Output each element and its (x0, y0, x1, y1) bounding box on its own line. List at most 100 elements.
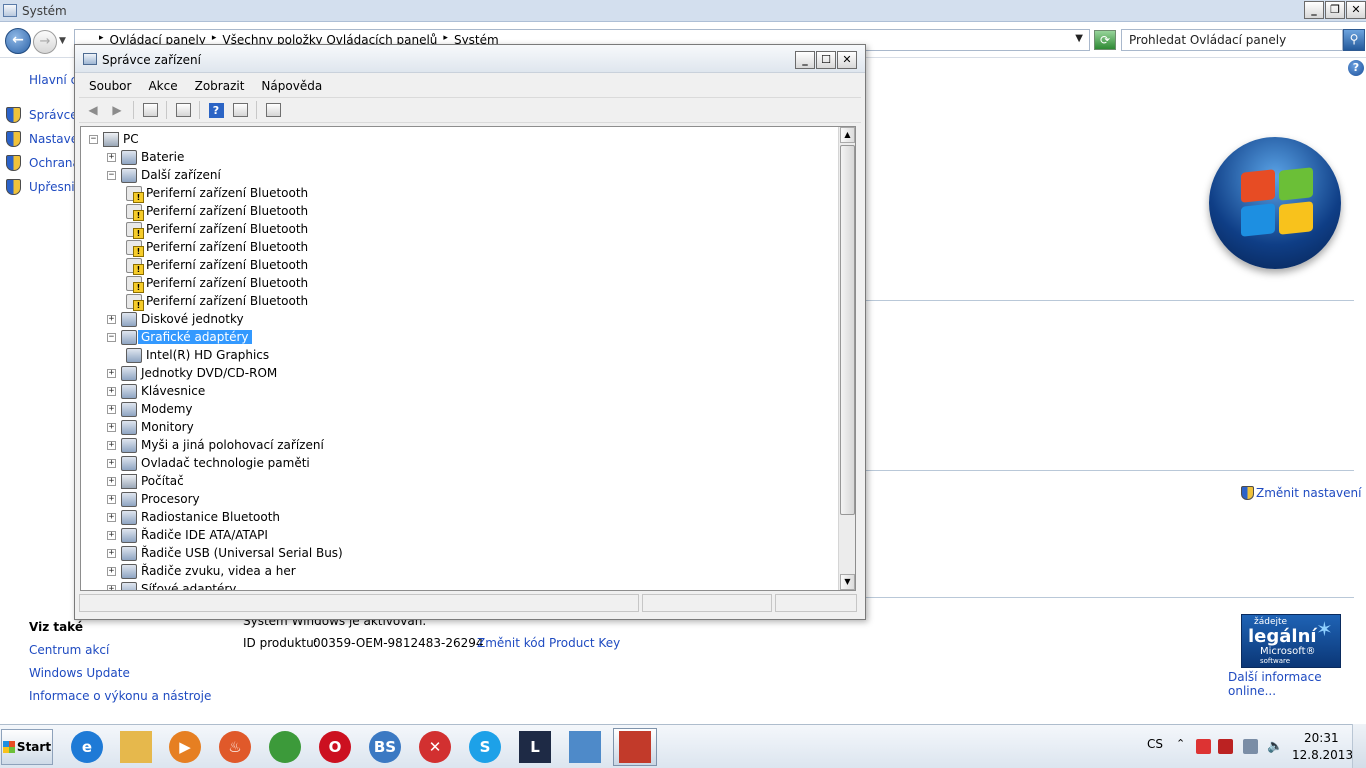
tree-node[interactable]: + Ovladač technologie paměti (107, 454, 310, 472)
tree-child-item[interactable]: Periferní zařízení Bluetooth (126, 184, 308, 203)
scroll-down-icon[interactable]: ▼ (840, 574, 855, 590)
tree-node[interactable]: + Řadiče IDE ATA/ATAPI (107, 526, 268, 544)
expand-icon[interactable]: + (107, 494, 116, 504)
start-button[interactable]: Start (1, 729, 53, 765)
expand-icon[interactable]: + (107, 386, 116, 396)
left-link-system-protection[interactable]: Ochrana (29, 156, 80, 170)
language-indicator[interactable]: CS (1147, 737, 1163, 751)
taskbar-button[interactable] (263, 728, 307, 766)
maximize-button[interactable]: ☐ (816, 51, 836, 69)
taskbar-button[interactable]: ♨ (213, 728, 257, 766)
forward-button[interactable]: → (33, 30, 57, 54)
expand-icon[interactable]: + (107, 368, 116, 378)
tree-node[interactable]: + Modemy (107, 400, 193, 418)
menu-help[interactable]: Nápověda (251, 75, 329, 97)
device-tree[interactable]: − PC + Baterie − Další zařízení Periferní zaří… (80, 126, 856, 591)
scrollbar-thumb[interactable] (840, 145, 855, 515)
left-link-device-manager[interactable]: Správce (29, 108, 78, 122)
tree-node[interactable]: + Klávesnice (107, 382, 205, 400)
tree-node[interactable]: + Myši a jiná polohovací zařízení (107, 436, 324, 454)
expand-icon[interactable]: + (107, 458, 116, 468)
taskbar-button[interactable]: ▶ (163, 728, 207, 766)
expand-icon[interactable]: + (107, 440, 116, 450)
tree-node[interactable]: + Počítač (107, 472, 184, 490)
expand-icon[interactable]: + (107, 422, 116, 432)
restore-button[interactable]: ❐ (1325, 1, 1345, 19)
tree-node[interactable]: − PC (89, 130, 139, 148)
help-icon[interactable]: ? (206, 100, 226, 120)
tree-node[interactable]: + Diskové jednotky (107, 310, 244, 328)
left-link-home[interactable]: Hlavní c (29, 73, 77, 87)
change-product-key-link[interactable]: Změnit kód Product Key (477, 636, 620, 650)
forward-arrow-icon[interactable]: ▶ (107, 100, 127, 120)
show-hidden-icons-icon[interactable]: ⌃ (1176, 737, 1185, 750)
scan-hardware-changes-icon[interactable] (263, 100, 283, 120)
tree-child-item[interactable]: Periferní zařízení Bluetooth (126, 274, 308, 293)
tree-child-item[interactable]: Periferní zařízení Bluetooth (126, 256, 308, 275)
taskbar-button[interactable]: e (65, 728, 109, 766)
clock-date[interactable]: 12.8.2013 (1292, 748, 1353, 762)
taskbar-button[interactable] (114, 728, 158, 766)
windows-update-link[interactable]: Windows Update (29, 666, 130, 680)
taskbar-button[interactable]: O (313, 728, 357, 766)
change-settings-link[interactable]: Změnit nastavení (1241, 486, 1361, 500)
tree-node[interactable]: + Baterie (107, 148, 184, 166)
tree-node[interactable]: + Radiostanice Bluetooth (107, 508, 280, 526)
network-icon[interactable] (1243, 739, 1258, 754)
expand-icon[interactable]: + (107, 530, 116, 540)
security-alert-icon[interactable] (1196, 739, 1211, 754)
left-link-remote-settings[interactable]: Nastave (29, 132, 78, 146)
scroll-up-icon[interactable]: ▲ (840, 127, 855, 143)
action-center-link[interactable]: Centrum akcí (29, 643, 109, 657)
back-button[interactable]: ← (5, 28, 31, 54)
search-icon[interactable]: ⚲ (1343, 29, 1365, 51)
tree-node[interactable]: + Řadiče USB (Universal Serial Bus) (107, 544, 343, 562)
expand-icon[interactable]: + (107, 404, 116, 414)
menu-view[interactable]: Zobrazit (185, 75, 252, 97)
expand-icon[interactable]: + (107, 566, 116, 576)
show-hide-console-tree-icon[interactable] (140, 100, 160, 120)
history-dropdown-icon[interactable]: ▼ (59, 36, 66, 46)
expand-icon[interactable]: + (107, 548, 116, 558)
tree-node[interactable]: + Řadiče zvuku, videa a her (107, 562, 296, 580)
more-info-online-link[interactable]: Další informace online... (1228, 670, 1366, 698)
taskbar-button[interactable]: S (463, 728, 507, 766)
taskbar-button[interactable] (563, 728, 607, 766)
refresh-button[interactable]: ⟳ (1094, 30, 1116, 50)
clock-time[interactable]: 20:31 (1304, 731, 1339, 745)
expand-icon[interactable]: + (107, 152, 116, 162)
tree-node[interactable]: + Procesory (107, 490, 200, 508)
tree-node[interactable]: − Grafické adaptéry (107, 328, 252, 346)
collapse-icon[interactable]: − (107, 332, 116, 342)
expand-icon[interactable]: + (107, 314, 116, 324)
show-action-pane-icon[interactable] (230, 100, 250, 120)
volume-icon[interactable]: 🔈 (1267, 739, 1283, 754)
expand-icon[interactable]: + (107, 512, 116, 522)
address-dropdown-icon[interactable]: ▼ (1075, 33, 1083, 44)
taskbar-button[interactable]: BS (363, 728, 407, 766)
taskbar-button[interactable] (613, 728, 657, 766)
collapse-icon[interactable]: − (107, 170, 116, 180)
expand-icon[interactable]: + (107, 584, 116, 590)
tree-child-item[interactable]: Periferní zařízení Bluetooth (126, 202, 308, 221)
tree-child-item[interactable]: Periferní zařízení Bluetooth (126, 292, 308, 311)
properties-icon[interactable] (173, 100, 193, 120)
tree-node[interactable]: + Síťové adaptéry (107, 580, 236, 590)
show-desktop-button[interactable] (1352, 724, 1366, 768)
device-manager-title-bar[interactable]: Správce zařízení _ ☐ ✕ (75, 45, 865, 73)
left-link-advanced-settings[interactable]: Upřesnit (29, 180, 79, 194)
tree-child-item[interactable]: Periferní zařízení Bluetooth (126, 238, 308, 257)
tree-child-item[interactable]: Periferní zařízení Bluetooth (126, 220, 308, 239)
expand-icon[interactable]: + (107, 476, 116, 486)
minimize-button[interactable]: _ (1304, 1, 1324, 19)
search-input[interactable]: Prohledat Ovládací panely (1121, 29, 1343, 51)
minimize-button[interactable]: _ (795, 51, 815, 69)
help-icon[interactable]: ? (1348, 60, 1364, 76)
tree-node[interactable]: − Další zařízení (107, 166, 221, 184)
close-button[interactable]: ✕ (837, 51, 857, 69)
tree-child-item[interactable]: Intel(R) HD Graphics (126, 346, 269, 364)
close-button[interactable]: ✕ (1346, 1, 1366, 19)
tree-node[interactable]: + Monitory (107, 418, 194, 436)
vertical-scrollbar[interactable]: ▲ ▼ (838, 127, 855, 590)
menu-file[interactable]: Soubor (79, 75, 138, 97)
